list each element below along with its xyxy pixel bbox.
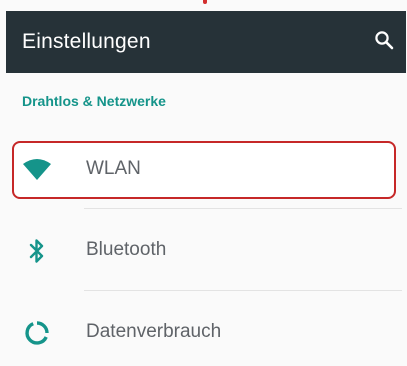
settings-item-data-usage[interactable]: Datenverbrauch: [12, 304, 396, 362]
wifi-icon: [22, 155, 52, 185]
bluetooth-icon: [22, 236, 52, 266]
top-red-mark: [203, 0, 207, 4]
settings-item-bluetooth[interactable]: Bluetooth: [12, 222, 396, 280]
search-button[interactable]: [368, 26, 400, 58]
divider: [84, 208, 402, 209]
section-header-wireless: Drahtlos & Netzwerke: [22, 93, 166, 109]
settings-item-label: Bluetooth: [86, 239, 167, 260]
settings-item-wlan[interactable]: WLAN: [12, 141, 396, 199]
settings-item-label: WLAN: [86, 158, 141, 179]
app-toolbar: Einstellungen: [6, 11, 406, 73]
settings-screen: Einstellungen Drahtlos & Netzwerke WLAN: [0, 0, 407, 366]
data-usage-icon: [22, 318, 52, 348]
divider: [84, 290, 402, 291]
settings-item-label: Datenverbrauch: [86, 321, 222, 342]
search-icon: [374, 30, 394, 55]
page-title: Einstellungen: [22, 30, 151, 53]
